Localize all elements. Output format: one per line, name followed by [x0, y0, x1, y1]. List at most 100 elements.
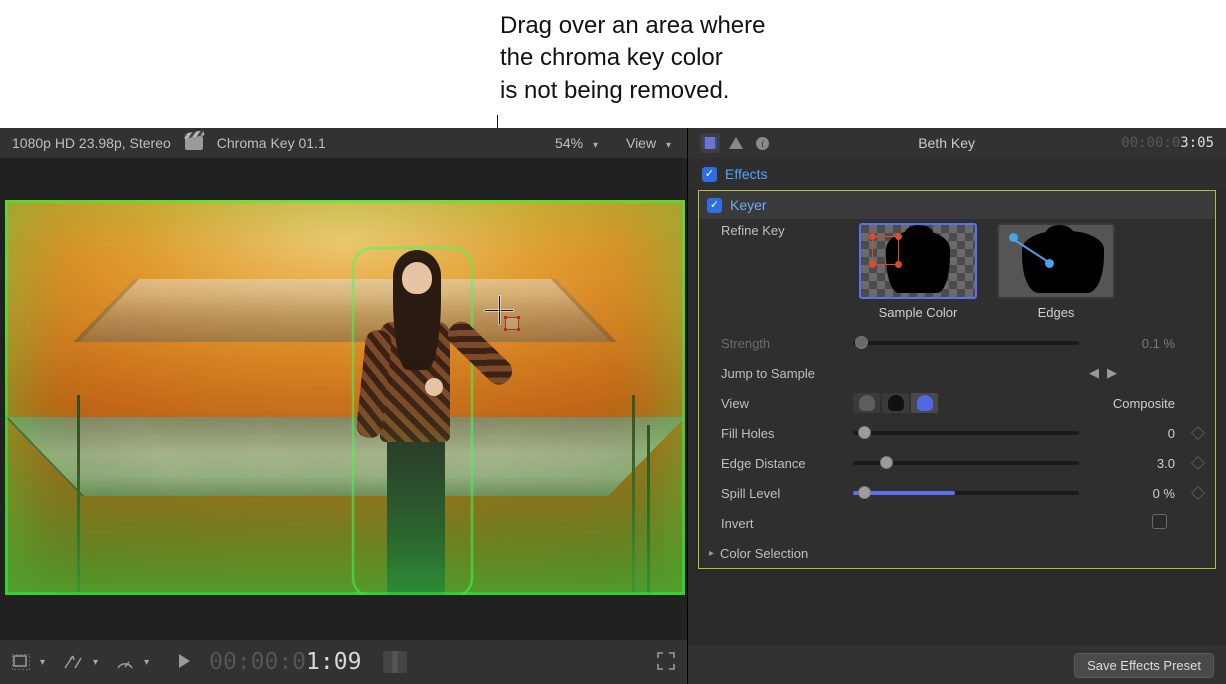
retime-icon: [63, 654, 83, 670]
invert-checkbox[interactable]: [1152, 514, 1167, 529]
fill-holes-slider[interactable]: [853, 431, 1079, 435]
fullscreen-icon: [657, 652, 675, 670]
timecode-dim: 00:00:0: [209, 649, 306, 675]
viewer-bottombar: ▾ ▾ ▾ 00:00:01:09: [0, 640, 687, 684]
spill-level-row: Spill Level 0 %: [699, 478, 1215, 508]
view-label: View: [626, 135, 656, 151]
clip-name: Chroma Key 01.1: [217, 135, 326, 151]
keyer-label: Keyer: [730, 197, 767, 213]
bg-ceiling: [73, 279, 617, 342]
view-row: View Composite: [699, 388, 1215, 418]
view-label: View: [721, 396, 853, 411]
keyframe-button[interactable]: [1191, 456, 1205, 470]
fill-holes-value[interactable]: 0: [1089, 426, 1179, 441]
annotation-line3: is not being removed.: [500, 77, 729, 104]
format-label: 1080p HD 23.98p, Stereo: [12, 135, 171, 151]
crop-tool-menu[interactable]: ▾: [12, 654, 45, 670]
green-spill-overlay: [5, 200, 685, 595]
timecode-bright: 1:09: [306, 649, 361, 675]
view-value: Composite: [1089, 396, 1179, 411]
inspector-topbar: i Beth Key 00:00:03:05: [688, 128, 1226, 158]
app-window: 1080p HD 23.98p, Stereo Chroma Key 01.1 …: [0, 128, 1226, 684]
gauge-icon: [116, 654, 134, 670]
keyer-enable-checkbox[interactable]: [707, 198, 722, 213]
edge-distance-row: Edge Distance 3.0: [699, 448, 1215, 478]
sample-color-caption: Sample Color: [859, 305, 977, 320]
foreground-person: [355, 250, 470, 595]
spill-level-slider[interactable]: [853, 491, 1079, 495]
edge-distance-label: Edge Distance: [721, 456, 853, 471]
retime-tool-menu[interactable]: ▾: [63, 654, 98, 670]
view-mode-matte[interactable]: [882, 393, 909, 413]
info-inspector-tab[interactable]: i: [752, 133, 772, 153]
edge-distance-slider[interactable]: [853, 461, 1079, 465]
viewer-topbar: 1080p HD 23.98p, Stereo Chroma Key 01.1 …: [0, 128, 687, 158]
color-tab-icon: [728, 136, 744, 150]
viewer-pane: 1080p HD 23.98p, Stereo Chroma Key 01.1 …: [0, 128, 687, 684]
clip-icon: [185, 136, 203, 150]
bg-cstands: [632, 395, 635, 595]
edges-caption: Edges: [997, 305, 1115, 320]
chevron-down-icon: ▾: [93, 657, 98, 668]
viewer-area[interactable]: [0, 158, 687, 640]
view-dropdown[interactable]: View ▾: [626, 135, 671, 151]
effects-enable-checkbox[interactable]: [702, 167, 717, 182]
disclosure-triangle-icon: ▸: [709, 548, 714, 559]
fill-holes-row: Fill Holes 0: [699, 418, 1215, 448]
timecode-display[interactable]: 00:00:01:09: [209, 649, 361, 675]
jump-prev-button[interactable]: ◀: [1089, 365, 1099, 381]
chevron-down-icon: ▾: [144, 657, 149, 668]
svg-text:i: i: [761, 139, 764, 150]
crop-icon: [12, 654, 30, 670]
refine-key-row: Refine Key: [699, 219, 1215, 328]
inspector-duration: 00:00:03:05: [1121, 135, 1214, 151]
refine-key-label: Refine Key: [721, 223, 853, 238]
view-mode-original[interactable]: [853, 393, 880, 413]
edges-tool[interactable]: Edges: [997, 223, 1115, 320]
play-button[interactable]: [177, 653, 191, 672]
strength-label: Strength: [721, 336, 853, 351]
view-mode-composite[interactable]: [911, 393, 938, 413]
inspector-pane: i Beth Key 00:00:03:05 Effects Keyer Ref…: [687, 128, 1226, 684]
keyframe-button[interactable]: [1191, 486, 1205, 500]
filmstrip-icon: [702, 136, 718, 150]
audio-meter[interactable]: [383, 651, 407, 673]
keyframe-button[interactable]: [1191, 426, 1205, 440]
save-effects-preset-button[interactable]: Save Effects Preset: [1074, 653, 1214, 678]
invert-row: Invert: [699, 508, 1215, 538]
play-icon: [177, 653, 191, 669]
effects-label: Effects: [725, 166, 768, 182]
jump-next-button[interactable]: ▶: [1107, 365, 1117, 381]
strength-value[interactable]: 0.1 %: [1089, 336, 1179, 351]
chevron-down-icon: ▾: [666, 140, 671, 151]
bg-floor: [5, 417, 685, 496]
color-selection-label: Color Selection: [720, 546, 808, 561]
strength-row: Strength 0.1 %: [699, 328, 1215, 358]
chevron-down-icon: ▾: [40, 657, 45, 668]
inspector-clip-name: Beth Key: [918, 135, 975, 151]
annotation-line1: Drag over an area where: [500, 12, 765, 39]
sample-color-tool[interactable]: Sample Color: [859, 223, 977, 320]
invert-label: Invert: [721, 516, 853, 531]
inspector-body: Effects Keyer Refine Key: [688, 158, 1226, 646]
edge-distance-value[interactable]: 3.0: [1089, 456, 1179, 471]
fullscreen-button[interactable]: [657, 652, 675, 673]
color-inspector-tab[interactable]: [726, 133, 746, 153]
annotation-line2: the chroma key color: [500, 44, 723, 71]
color-selection-row[interactable]: ▸ Color Selection: [699, 538, 1215, 568]
viewer-canvas: [5, 200, 685, 595]
zoom-value: 54%: [555, 135, 583, 151]
strength-slider[interactable]: [853, 341, 1079, 345]
effects-section-header[interactable]: Effects: [688, 158, 1226, 190]
video-inspector-tab[interactable]: [700, 133, 720, 153]
clip-speed-menu[interactable]: ▾: [116, 654, 149, 670]
jump-to-sample-row: Jump to Sample ◀ ▶: [699, 358, 1215, 388]
inspector-footer: Save Effects Preset: [688, 646, 1226, 684]
view-mode-group: [853, 393, 938, 413]
zoom-dropdown[interactable]: 54% ▾: [555, 135, 598, 151]
doc-annotation: Drag over an area where the chroma key c…: [500, 10, 765, 107]
jump-to-sample-label: Jump to Sample: [721, 366, 853, 381]
keyer-header[interactable]: Keyer: [699, 191, 1215, 219]
spill-level-label: Spill Level: [721, 486, 853, 501]
spill-level-value[interactable]: 0 %: [1089, 486, 1179, 501]
